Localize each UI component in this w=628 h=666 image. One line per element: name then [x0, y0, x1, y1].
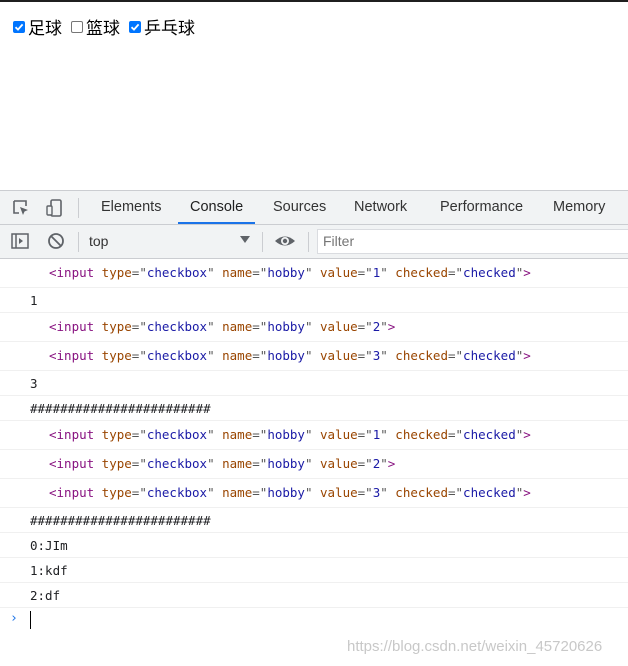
- console-element-markup[interactable]: <input type="checkbox" name="hobby" valu…: [49, 319, 395, 334]
- console-log-row: ########################: [0, 396, 628, 421]
- console-log-row: 0:JIm: [0, 533, 628, 558]
- console-element-row[interactable]: <input type="checkbox" name="hobby" valu…: [0, 479, 628, 508]
- devtools-tab-bar: Elements Console Sources Network Perform…: [0, 191, 628, 225]
- console-log-text: 1: [30, 293, 38, 308]
- console-element-row[interactable]: <input type="checkbox" name="hobby" valu…: [0, 313, 628, 342]
- filter-field[interactable]: [317, 229, 628, 254]
- console-log-row: 1: [0, 288, 628, 313]
- tab-performance[interactable]: Performance: [428, 191, 535, 224]
- console-element-markup[interactable]: <input type="checkbox" name="hobby" valu…: [49, 427, 531, 442]
- toolbar-divider: [262, 232, 263, 252]
- page-content: 足球 篮球 乒乓球: [0, 2, 628, 190]
- devtools-panel: Elements Console Sources Network Perform…: [0, 190, 628, 666]
- toolbar-divider: [78, 232, 79, 252]
- toolbar-divider: [308, 232, 309, 252]
- filter-input[interactable]: [318, 230, 613, 252]
- console-log-text: 3: [30, 376, 38, 391]
- console-log-text: ########################: [30, 513, 211, 528]
- console-input-caret[interactable]: [30, 611, 31, 629]
- toolbar-divider: [78, 198, 79, 218]
- tab-sources[interactable]: Sources: [261, 191, 338, 224]
- watermark: https://blog.csdn.net/weixin_45720626: [347, 638, 603, 655]
- checkbox-label: 篮球: [86, 19, 120, 39]
- console-element-markup[interactable]: <input type="checkbox" name="hobby" valu…: [49, 348, 531, 363]
- console-element-row[interactable]: <input type="checkbox" name="hobby" valu…: [0, 342, 628, 371]
- show-sidebar-icon[interactable]: [9, 230, 31, 252]
- tab-memory[interactable]: Memory: [541, 191, 617, 224]
- console-log-text: 0:JIm: [30, 538, 68, 553]
- checkbox-item-pingpong[interactable]: 乒乓球: [129, 14, 195, 39]
- console-log-text: ########################: [30, 401, 211, 416]
- console-log-text: 1:kdf: [30, 563, 68, 578]
- console-toolbar: top: [0, 225, 628, 259]
- console-element-row[interactable]: <input type="checkbox" name="hobby" valu…: [0, 450, 628, 479]
- console-log-row: 1:kdf: [0, 558, 628, 583]
- device-toolbar-icon[interactable]: [44, 197, 66, 219]
- checkbox-label: 足球: [28, 19, 62, 39]
- console-log-text: 2:df: [30, 588, 61, 603]
- console-log-row: 3: [0, 371, 628, 396]
- clear-console-icon[interactable]: [45, 230, 67, 252]
- eye-icon[interactable]: [274, 230, 296, 252]
- checkbox-item-football[interactable]: 足球: [13, 14, 62, 39]
- console-element-row[interactable]: <input type="checkbox" name="hobby" valu…: [0, 259, 628, 288]
- checkbox-checked-icon[interactable]: [13, 20, 25, 33]
- hobby-checkbox-group: 足球 篮球 乒乓球: [13, 14, 204, 39]
- console-prompt-row[interactable]: ›: [0, 608, 628, 633]
- chevron-down-icon[interactable]: [240, 236, 250, 243]
- console-log-row: ########################: [0, 508, 628, 533]
- console-element-markup[interactable]: <input type="checkbox" name="hobby" valu…: [49, 265, 531, 280]
- console-element-markup[interactable]: <input type="checkbox" name="hobby" valu…: [49, 485, 531, 500]
- checkbox-item-basketball[interactable]: 篮球: [71, 14, 120, 39]
- checkbox-unchecked-icon[interactable]: [71, 20, 83, 33]
- inspect-element-icon[interactable]: [10, 197, 32, 219]
- console-element-markup[interactable]: <input type="checkbox" name="hobby" valu…: [49, 456, 395, 471]
- checkbox-label: 乒乓球: [144, 19, 195, 39]
- tab-console[interactable]: Console: [178, 191, 256, 224]
- checkbox-checked-icon[interactable]: [129, 20, 141, 33]
- prompt-chevron-icon: ›: [10, 611, 18, 626]
- tab-elements[interactable]: Elements: [89, 191, 173, 224]
- console-element-row[interactable]: <input type="checkbox" name="hobby" valu…: [0, 421, 628, 450]
- console-log-row: 2:df: [0, 583, 628, 608]
- context-selector[interactable]: top: [89, 233, 108, 249]
- tab-network[interactable]: Network: [342, 191, 419, 224]
